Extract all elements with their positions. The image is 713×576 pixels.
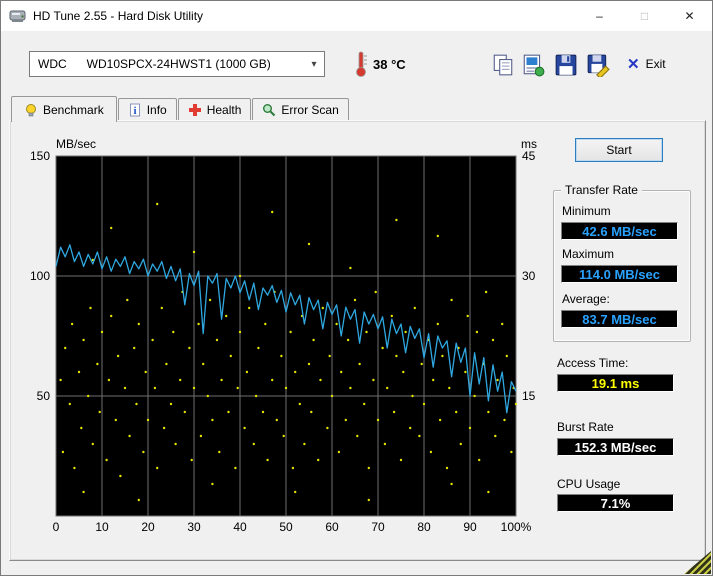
maximum-value: 114.0 MB/sec — [561, 265, 678, 283]
tab-benchmark-label: Benchmark — [43, 102, 104, 117]
title-bar: HD Tune 2.55 - Hard Disk Utility – □ ✕ — [1, 1, 712, 31]
burst-rate-label: Burst Rate — [557, 420, 614, 434]
svg-text:i: i — [133, 105, 136, 117]
svg-text:40: 40 — [233, 520, 247, 534]
svg-text:100: 100 — [30, 269, 50, 283]
info-icon: i — [129, 103, 140, 117]
cpu-usage-value: 7.1% — [557, 494, 674, 512]
copy-screenshot-icon[interactable] — [521, 53, 545, 77]
svg-text:15: 15 — [522, 389, 536, 403]
caption-buttons: – □ ✕ — [577, 1, 712, 31]
magnifier-icon — [263, 103, 276, 116]
tab-info[interactable]: i Info — [117, 98, 177, 120]
svg-text:20: 20 — [141, 520, 155, 534]
tab-health[interactable]: Health — [177, 98, 252, 120]
svg-text:50: 50 — [279, 520, 293, 534]
svg-text:0: 0 — [53, 520, 60, 534]
svg-text:30: 30 — [522, 269, 536, 283]
average-label: Average: — [562, 292, 610, 306]
tab-error-scan-label: Error Scan — [281, 102, 339, 117]
drive-select-dropdown[interactable]: WDC WD10SPCX-24HWST1 (1000 GB) ▾ — [29, 51, 325, 77]
save-icon[interactable] — [554, 53, 578, 77]
tab-strip: Benchmark i Info Health Error Scan — [11, 96, 350, 122]
app-icon — [9, 10, 26, 22]
save-screenshot-icon[interactable] — [586, 53, 610, 77]
benchmark-lightbulb-icon — [26, 103, 36, 116]
svg-text:30: 30 — [187, 520, 201, 534]
chevron-down-icon: ▾ — [311, 58, 317, 70]
svg-text:MB/sec: MB/sec — [56, 137, 96, 151]
exit-button[interactable]: ✕ Exit — [627, 55, 666, 73]
minimize-button[interactable]: – — [577, 1, 622, 31]
svg-text:100%: 100% — [501, 520, 532, 534]
close-button[interactable]: ✕ — [667, 1, 712, 31]
hdtune-window: HD Tune 2.55 - Hard Disk Utility – □ ✕ W… — [0, 0, 713, 576]
exit-label: Exit — [645, 57, 666, 71]
thermometer-icon — [356, 51, 367, 77]
exit-x-icon: ✕ — [627, 56, 640, 73]
tab-health-label: Health — [206, 102, 242, 117]
minimum-label: Minimum — [562, 204, 611, 218]
access-time-label: Access Time: — [557, 356, 629, 370]
svg-text:80: 80 — [417, 520, 431, 534]
health-cross-icon — [188, 103, 201, 116]
svg-text:60: 60 — [325, 520, 339, 534]
window-title: HD Tune 2.55 - Hard Disk Utility — [33, 9, 204, 23]
access-time-value: 19.1 ms — [557, 374, 674, 392]
burst-rate-value: 152.3 MB/sec — [557, 438, 674, 456]
svg-text:10: 10 — [95, 520, 109, 534]
drive-select-value: WDC WD10SPCX-24HWST1 (1000 GB) — [38, 57, 271, 71]
benchmark-chart: MB/sec ms501001501530450 10 20 30 40 50 60 70 80 9… — [30, 137, 537, 534]
copy-icon[interactable] — [491, 53, 515, 77]
svg-text:90: 90 — [463, 520, 477, 534]
average-value: 83.7 MB/sec — [561, 310, 678, 328]
temperature-value: 38 °C — [373, 57, 406, 72]
maximize-button[interactable]: □ — [622, 1, 667, 31]
minimum-value: 42.6 MB/sec — [561, 222, 678, 240]
tab-benchmark[interactable]: Benchmark — [11, 96, 117, 122]
cpu-usage-label: CPU Usage — [557, 477, 621, 491]
svg-text:50: 50 — [37, 389, 51, 403]
transfer-rate-group-title: Transfer Rate — [561, 183, 642, 197]
svg-text:45: 45 — [522, 149, 536, 163]
svg-text:150: 150 — [30, 149, 50, 163]
tab-error-scan[interactable]: Error Scan — [252, 98, 349, 120]
start-button[interactable]: Start — [575, 138, 663, 162]
maximum-label: Maximum — [562, 247, 615, 261]
tab-info-label: Info — [146, 102, 167, 117]
svg-text:70: 70 — [371, 520, 385, 534]
